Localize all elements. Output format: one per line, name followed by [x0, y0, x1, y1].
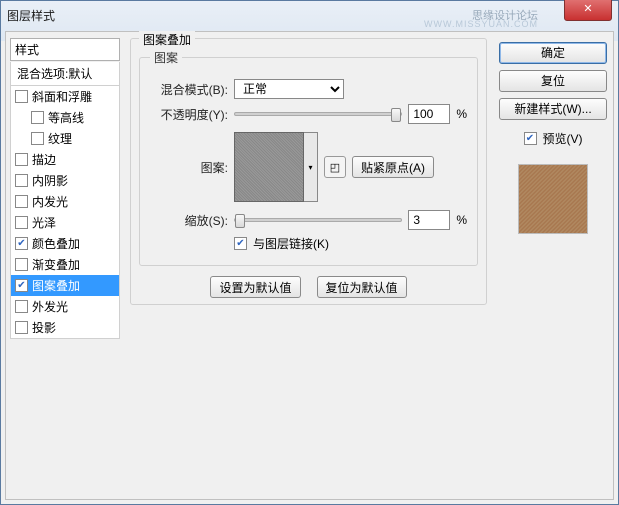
style-checkbox[interactable] [15, 321, 28, 334]
dialog-body: 样式 混合选项:默认 斜面和浮雕等高线纹理描边内阴影内发光光泽 ✔ 颜色叠加渐变叠加… [5, 31, 614, 500]
style-item-投影[interactable]: 投影 [11, 317, 119, 338]
window-title: 图层样式 [7, 7, 55, 24]
style-label: 颜色叠加 [32, 235, 80, 252]
style-item-图案叠加[interactable]: ✔ 图案叠加 [11, 275, 119, 296]
style-item-颜色叠加[interactable]: ✔ 颜色叠加 [11, 233, 119, 254]
pct-label: % [456, 107, 467, 121]
opacity-input[interactable] [408, 104, 450, 124]
layer-style-dialog: 图层样式 思缘设计论坛 WWW.MISSYUAN.COM ✕ 样式 混合选项:默… [0, 0, 619, 505]
style-item-外发光[interactable]: 外发光 [11, 296, 119, 317]
blendmode-label: 混合模式(B): [150, 81, 228, 98]
style-label: 光泽 [32, 214, 56, 231]
pct-label-2: % [456, 213, 467, 227]
style-item-内阴影[interactable]: 内阴影 [11, 170, 119, 191]
sidebar-header: 样式 [10, 38, 120, 61]
make-default-button[interactable]: 设置为默认值 [210, 276, 300, 298]
style-item-斜面和浮雕[interactable]: 斜面和浮雕 [11, 86, 119, 107]
opacity-label: 不透明度(Y): [150, 106, 228, 123]
style-label: 等高线 [48, 109, 84, 126]
scale-label: 缩放(S): [150, 212, 228, 229]
style-label: 描边 [32, 151, 56, 168]
reset-default-button[interactable]: 复位为默认值 [317, 276, 407, 298]
style-checkbox[interactable] [15, 300, 28, 313]
scale-slider[interactable] [234, 218, 402, 222]
new-preset-icon[interactable]: ◰ [324, 156, 346, 178]
pattern-fieldset: 图案 混合模式(B): 正常 不透明度(Y): % 图案 [139, 49, 478, 266]
outer-group-label: 图案叠加 [139, 31, 195, 48]
watermark-url: WWW.MISSYUAN.COM [424, 19, 538, 29]
preview-checkbox[interactable]: ✔ [524, 132, 537, 145]
style-label: 投影 [32, 319, 56, 336]
style-checkbox[interactable] [15, 153, 28, 166]
style-checkbox[interactable] [31, 111, 44, 124]
style-item-描边[interactable]: 描边 [11, 149, 119, 170]
style-label: 内发光 [32, 193, 68, 210]
styles-sidebar: 样式 混合选项:默认 斜面和浮雕等高线纹理描边内阴影内发光光泽 ✔ 颜色叠加渐变叠加… [6, 32, 124, 499]
close-button[interactable]: ✕ [564, 0, 612, 21]
action-column: 确定 复位 新建样式(W)... ✔ 预览(V) [493, 32, 613, 499]
blendmode-select[interactable]: 正常 [234, 79, 344, 99]
style-item-光泽[interactable]: 光泽 [11, 212, 119, 233]
preview-label: 预览(V) [543, 130, 583, 147]
style-item-渐变叠加[interactable]: 渐变叠加 [11, 254, 119, 275]
blend-options-row[interactable]: 混合选项:默认 [10, 62, 120, 86]
cancel-button[interactable]: 复位 [499, 70, 607, 92]
pattern-label: 图案: [150, 159, 228, 176]
style-label: 外发光 [32, 298, 68, 315]
style-item-内发光[interactable]: 内发光 [11, 191, 119, 212]
style-checkbox[interactable] [15, 258, 28, 271]
pattern-dropdown-arrow[interactable]: ▾ [304, 132, 318, 202]
style-list: 斜面和浮雕等高线纹理描边内阴影内发光光泽 ✔ 颜色叠加渐变叠加 ✔ 图案叠加外发光投影 [10, 86, 120, 339]
style-checkbox[interactable] [31, 132, 44, 145]
style-label: 图案叠加 [32, 277, 80, 294]
inner-group-label: 图案 [150, 49, 182, 66]
style-checkbox[interactable]: ✔ [15, 279, 28, 292]
scale-input[interactable] [408, 210, 450, 230]
style-label: 内阴影 [32, 172, 68, 189]
pattern-swatch[interactable] [234, 132, 304, 202]
preview-thumbnail [518, 164, 588, 234]
style-checkbox[interactable] [15, 90, 28, 103]
style-checkbox[interactable] [15, 195, 28, 208]
opacity-slider[interactable] [234, 112, 402, 116]
titlebar: 图层样式 思缘设计论坛 WWW.MISSYUAN.COM ✕ [1, 1, 618, 29]
style-checkbox[interactable] [15, 216, 28, 229]
style-label: 纹理 [48, 130, 72, 147]
style-checkbox[interactable] [15, 174, 28, 187]
settings-panel: 图案叠加 图案 混合模式(B): 正常 不透明度(Y): % [124, 32, 493, 499]
style-checkbox[interactable]: ✔ [15, 237, 28, 250]
new-style-button[interactable]: 新建样式(W)... [499, 98, 607, 120]
style-label: 渐变叠加 [32, 256, 80, 273]
link-label: 与图层链接(K) [253, 235, 329, 252]
snap-origin-button[interactable]: 贴紧原点(A) [352, 156, 434, 178]
style-item-等高线[interactable]: 等高线 [11, 107, 119, 128]
style-label: 斜面和浮雕 [32, 88, 92, 105]
ok-button[interactable]: 确定 [499, 42, 607, 64]
link-checkbox[interactable]: ✔ [234, 237, 247, 250]
style-item-纹理[interactable]: 纹理 [11, 128, 119, 149]
